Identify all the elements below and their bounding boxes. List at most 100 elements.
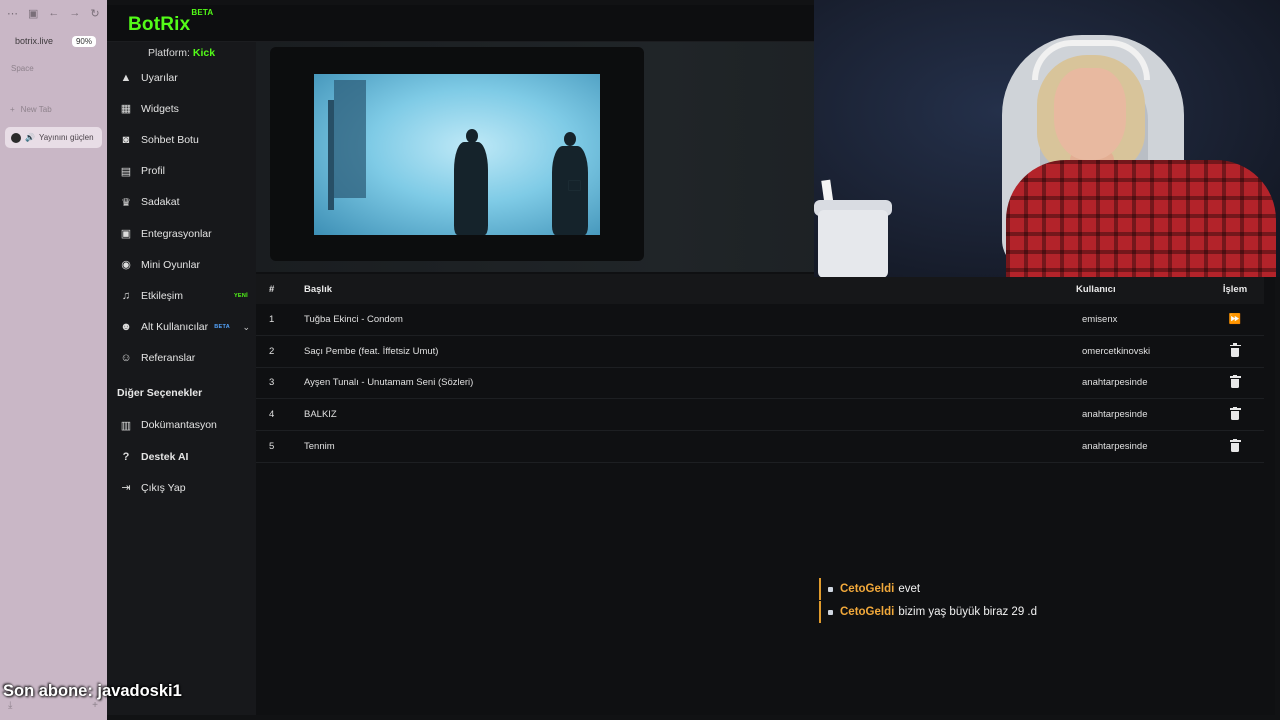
sidebar-item-label: Dokümantasyon [141,419,217,432]
sidebar-item-label: Sohbet Botu [141,133,199,146]
row-action-cell [1198,438,1264,453]
tab-title: Yayınını güçlen [38,133,94,142]
new-tab-button[interactable]: + New Tab [10,105,52,114]
chat-message: CetoGeldi evet [819,578,1037,600]
sidebar-item-profil[interactable]: ▤ Profil [107,156,256,187]
trash-shape [1229,406,1241,421]
sidebar-item-label: Sadakat [141,196,180,209]
trash-icon[interactable] [1228,438,1242,453]
sidebar-item-entegrasyonlar[interactable]: ▣ Entegrasyonlar [107,218,256,249]
logo[interactable]: BotRixBETA [128,8,213,36]
chat-message: CetoGeldi bizim yaş büyük biraz 29 .d [819,601,1037,623]
row-action-cell [1198,343,1264,357]
browser-controls: ⋯ ▣ ← → ↻ [7,7,100,20]
beta-badge: BETA [214,324,230,331]
table-row: 3 Ayşen Tunalı - Unutamam Seni (Sözleri)… [256,368,1264,400]
book-icon: ▥ [120,419,132,432]
sidebar-item-sohbet-botu[interactable]: ◙ Sohbet Botu [107,124,256,155]
sidebar-item-label: Destek AI [141,450,189,463]
table-row: 2 Saçı Pembe (feat. İffetsiz Umut) omerc… [256,336,1264,368]
row-user: anahtarpesinde [1082,377,1148,389]
url-bar[interactable]: botrix.live 90% [6,32,100,50]
picture-in-picture-icon[interactable] [568,180,581,191]
last-subscriber-overlay: Son abone: javadoski1 [3,682,182,700]
background-window [334,80,366,198]
reload-icon[interactable]: ↻ [90,7,99,20]
headset [1032,40,1150,80]
id-card-icon: ▤ [120,165,132,178]
grid-icon: ▦ [120,103,132,116]
row-action-cell [1198,374,1264,389]
chat-text: evet [898,583,921,595]
forward-icon[interactable]: → [69,7,80,20]
row-user: omercetkinovski [1082,345,1151,357]
row-title: Saçı Pembe (feat. İffetsiz Umut) [304,345,439,357]
chat-username: CetoGeldi [840,606,895,618]
row-num: 2 [269,345,275,357]
row-num: 1 [269,313,275,325]
chevron-down-icon[interactable]: ⌄ [242,322,250,333]
row-action-cell [1198,406,1264,421]
table-header: # Başlık Kullanıcı İşlem [256,274,1264,304]
chat-overlay: CetoGeldi evet CetoGeldi bizim yaş büyük… [819,578,1037,624]
sidebar-item-label: Çıkış Yap [141,481,186,494]
sidebar-item-label: Uyarılar [141,71,178,84]
sidebar-item-label: Referanslar [141,352,196,365]
sidebar-item-etkilesim[interactable]: ♫ Etkileşim YENİ [107,280,256,311]
speaker-icon[interactable]: 🔊 [25,133,35,142]
col-action: İşlem [1222,283,1248,295]
song-queue-table: # Başlık Kullanıcı İşlem 1 Tuğba Ekinci … [256,274,1264,463]
sidebar-item-alt-kullanicilar[interactable]: ☻ Alt Kullanıcılar BETA ⌄ [107,312,256,343]
row-title: Ayşen Tunalı - Unutamam Seni (Sözleri) [304,377,474,389]
sidebar-item-referanslar[interactable]: ☺ Referanslar [107,343,256,374]
download-icon[interactable]: ⤓ [8,700,12,711]
row-title: Tennim [304,441,335,453]
sidebar-toggle-icon[interactable]: ▣ [28,7,38,20]
back-icon[interactable]: ← [48,7,59,20]
sidebar-item-sadakat[interactable]: ♛ Sadakat [107,187,256,218]
warning-icon: ▲ [120,71,132,84]
browser-tab-active[interactable]: 🔊 Yayınını güçlen [5,127,102,148]
sidebar-item-uyarilar[interactable]: ▲ Uyarılar [107,62,256,93]
row-user: emisenx [1082,313,1118,325]
sidebar-item-cikis-yap[interactable]: ⇥ Çıkış Yap [107,472,256,503]
video-frame [314,74,600,235]
col-user: Kullanıcı [1076,283,1116,295]
row-num: 3 [269,377,275,389]
add-icon[interactable]: + [92,700,98,711]
trash-icon[interactable] [1228,406,1242,421]
browser-sidebar: ⋯ ▣ ← → ↻ botrix.live 90% Space + New Ta… [0,0,107,720]
trash-shape [1229,438,1241,453]
row-title: BALKIZ [304,409,337,421]
trash-shape [1229,374,1241,389]
chat-badge-icon [828,586,833,592]
plus-icon: + [10,105,15,114]
sidebar-item-widgets[interactable]: ▦ Widgets [107,93,256,124]
sidebar-item-dokumantasyon[interactable]: ▥ Dokümantasyon [107,410,256,441]
sidebar-item-label: Etkileşim [141,289,184,302]
menu-icon[interactable]: ⋯ [7,7,18,20]
trash-icon[interactable] [1228,343,1242,357]
sidebar-item-mini-oyunlar[interactable]: ◉ Mini Oyunlar [107,249,256,280]
table-row: 4 BALKIZ anahtarpesinde [256,399,1264,432]
trophy-icon: ♛ [121,196,131,209]
zoom-badge[interactable]: 90% [71,35,96,47]
webcam-overlay [814,0,1280,277]
sidebar-item-label: Alt Kullanıcılar [141,321,209,334]
skip-icon[interactable]: ⏩ [1228,313,1242,325]
sidebar-item-label: Profil [141,165,165,178]
chat-text: bizim yaş büyük biraz 29 .d [898,606,1038,618]
plug-icon: ▣ [120,228,132,241]
video-player[interactable] [270,47,644,261]
dancer-silhouette [454,142,488,235]
trash-shape [1229,343,1241,357]
dancer-head [564,132,576,146]
row-action-cell: ⏩ [1198,313,1264,325]
trash-icon[interactable] [1228,374,1242,389]
new-tab-label: New Tab [20,105,52,114]
robot-icon: ◙ [122,133,130,146]
sidebar-item-label: Widgets [141,102,179,115]
sidebar-item-destek-ai[interactable]: ? Destek AI [107,441,256,472]
other-options-heading: Diğer Seçenekler [117,386,203,399]
favicon-icon [11,132,21,143]
